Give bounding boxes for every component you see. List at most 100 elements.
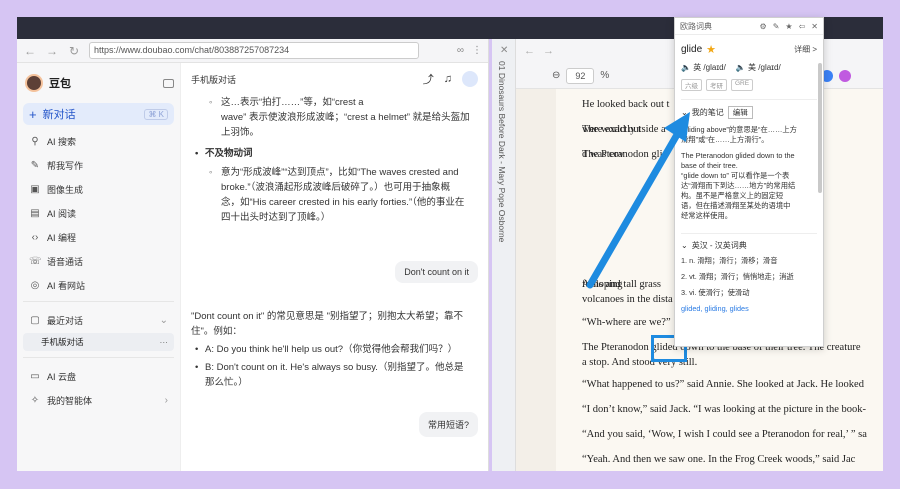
exam-tag: GRE [731,79,754,91]
note-line: 达“滑翔而下到达……地方”的常用结 [681,181,796,190]
us-pronunciation[interactable]: 🔈 美 /ɡlaɪd/ [736,62,781,73]
detail-link[interactable]: 详细 > [794,44,817,55]
ai-search-icon: ⚲ [31,135,39,147]
assistant-message: 这…表示“拍打……”等，如“crest a wave” 表示使波浪形成波峰；“c… [191,95,478,225]
back-arrow-icon[interactable]: ← [23,44,37,58]
note-line: base of their tree. [681,161,738,170]
speaker-icon: 🔈 [735,63,746,72]
message-line: 上羽饰。 [221,127,260,138]
user-avatar[interactable] [462,71,478,87]
book-text-line: volcanoes in the dista [582,294,673,305]
shortcut-badge: ⌘ K [144,108,168,120]
reload-icon[interactable]: ↻ [67,44,81,58]
chat-icon: ▢ [30,314,40,326]
user-message: Don't count on it [395,261,478,283]
message-line: 意为“形成波峰”“达到顶点”，比如“The waves crested and [191,165,478,180]
menu-icon[interactable]: ⋮ [472,45,482,56]
chevron-down-icon[interactable]: ⌄ [681,108,688,117]
plus-icon: + [29,106,37,122]
chevron-down-icon: ⌄ [159,314,168,326]
book-text-line: “And you said, ‘Wow, I wish I could see … [582,429,867,440]
exam-tag: 考研 [706,79,727,91]
chevron-down-icon[interactable]: ⌄ [681,241,688,250]
sidebar-item-label: AI 阅读 [47,208,77,219]
sidebar-item-label: 语音通话 [47,256,84,267]
settings-icon[interactable]: ⚙ [760,22,767,31]
agents-label: 我的智能体 [47,395,93,406]
dictionary-popup: 欧路词典 ⚙ ✎ ★ ⇦ ✕ glide ★ 详细 > 🔈 英 /ɡlaɪd/ … [674,17,824,347]
uk-pronunciation[interactable]: 🔈 英 /ɡlaɪd/ [681,62,726,73]
vertical-tab[interactable]: ✕ 01 Dinosaurs Before Dark - Mary Pope O… [492,39,516,471]
book-text-line: “I don’t know,” said Jack. “I was lookin… [582,404,867,415]
note-line: “glide down to” 可以看作是一个表 [681,171,790,180]
close-tab-icon[interactable]: ✕ [500,45,508,56]
sidebar-item-read[interactable]: ▤ AI 阅读 [23,201,174,225]
read-icon: ▤ [30,207,40,219]
edit-note-button[interactable]: 编辑 [727,106,753,119]
exam-tag: 六级 [681,79,702,91]
close-icon[interactable]: ✕ [811,22,818,31]
sidebar-item-phone[interactable]: ☏ 语音通话 [23,249,174,273]
sub-bullet: 这…表示“拍打……”等，如“crest a [191,95,478,110]
message-line: 念，如“His career crested in his early fort… [221,197,465,208]
divider [681,233,817,234]
assistant-message: "Dont count on it" 的常见意思是 "别指望了；别抱太大希望；靠… [191,309,478,390]
note-body: “gliding above”的意思是“在……上方 滑翔”或“在……上方滑行”。 T… [675,119,823,227]
definition-line: 3. vi. 使滑行；使滑动 [681,288,750,297]
agent-icon: ✧ [30,394,40,406]
share-icon[interactable]: ⤴ [423,71,434,87]
dictionary-titlebar: 欧路词典 ⚙ ✎ ★ ⇦ ✕ [675,18,823,35]
divider [681,99,817,100]
sidebar-item-web[interactable]: ◎ AI 看网站 [23,273,174,297]
edit-icon[interactable]: ✎ [773,22,780,31]
note-line: 构。虽不是严格意义上的固定短 [681,191,784,200]
brand: 豆包 [23,71,174,95]
sidebar-item-label: AI 编程 [47,232,77,243]
sidebar-item-code[interactable]: ‹› AI 编程 [23,225,174,249]
back-arrow-icon[interactable]: ← [524,45,535,57]
reader-icon[interactable]: ∞ [457,45,464,56]
brand-name: 豆包 [49,78,71,90]
chevron-right-icon: › [164,394,168,406]
sidebar-item-ai-search[interactable]: ⚲ AI 搜索 [23,129,174,153]
favorite-star-icon[interactable]: ★ [706,43,716,56]
sidebar-item-cloud[interactable]: ▭ AI 云盘 [23,364,174,388]
note-line: The Pteranodon glided down to the [681,151,795,160]
collapse-sidebar-icon[interactable] [163,78,174,88]
scrollbar[interactable] [818,63,822,193]
recent-chats-header[interactable]: ▢ 最近对话 ⌄ [23,308,174,332]
star-icon[interactable]: ★ [785,22,792,31]
definitions-list: 1. n. 滑翔；滑行；滑移；滑音 2. vt. 滑翔；滑行；悄悄地走；消逝 3. … [675,251,823,319]
zoom-input[interactable]: 92 [566,67,595,84]
word-forms[interactable]: glided, gliding, glides [681,301,817,317]
sidebar-item-label: AI 搜索 [47,136,77,147]
message-line: broke.”（波浪涌起形成波峰后破碎了。）也可用于抽象概 [221,182,451,193]
more-icon[interactable]: ··· [160,337,169,347]
url-input[interactable]: https://www.doubao.com/chat/803887257087… [89,42,419,59]
forward-arrow-icon[interactable]: → [543,45,554,57]
address-bar: ← → ↻ https://www.doubao.com/chat/803887… [17,39,488,63]
cloud-icon: ▭ [30,370,40,382]
purple-color-dot[interactable] [839,69,852,82]
bell-icon[interactable]: ♫ [444,73,452,85]
web-icon: ◎ [30,279,40,291]
divider [23,357,174,358]
user-message: 常用短语? [418,412,478,437]
doubao-browser-window: ← → ↻ https://www.doubao.com/chat/803887… [17,39,489,471]
zoom-unit: % [600,70,610,81]
new-chat-label: 新对话 [42,109,76,121]
book-text-line: “What happened to us?” said Annie. She l… [582,379,864,390]
sidebar-item-agents[interactable]: ✧ 我的智能体 › [23,388,174,412]
sidebar-item-label: 帮我写作 [47,160,84,171]
forward-arrow-icon[interactable]: → [45,44,59,58]
message-line: wave” 表示使波浪形成波峰；“crest a helmet” 就是给头盔加 [221,112,470,123]
sidebar-item-image[interactable]: ▣ 图像生成 [23,177,174,201]
zoom-out-icon[interactable]: ⊖ [552,70,560,81]
pin-icon[interactable]: ⇦ [799,22,806,31]
image-icon: ▣ [30,183,40,195]
sidebar-item-pen[interactable]: ✎ 帮我写作 [23,153,174,177]
phone-icon: ☏ [29,255,42,267]
new-chat-button[interactable]: + 新对话 ⌘ K [23,103,174,125]
recent-chat-item[interactable]: 手机版对话 ··· [23,333,174,351]
book-text-line: “Yeah. And then we saw one. In the Frog … [582,454,856,465]
